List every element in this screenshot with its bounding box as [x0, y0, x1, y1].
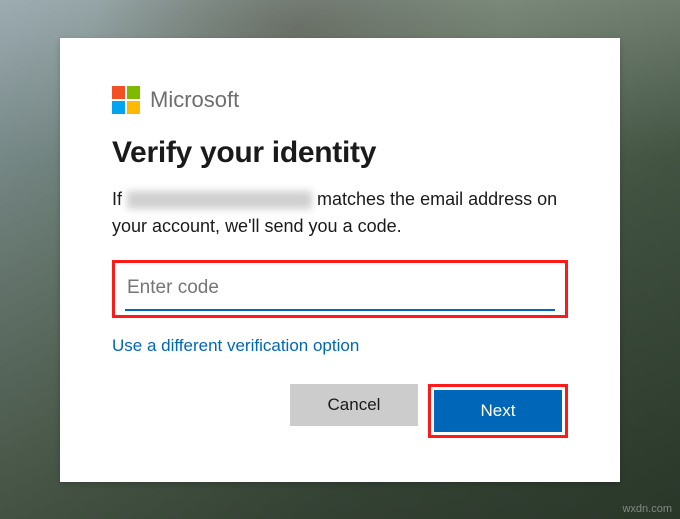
watermark: wxdn.com: [622, 503, 672, 515]
next-button[interactable]: Next: [434, 390, 562, 432]
description-text: If matches the email address on your acc…: [112, 186, 568, 240]
brand-row: Microsoft: [112, 86, 568, 114]
button-row: Cancel Next: [112, 384, 568, 438]
verify-identity-card: Microsoft Verify your identity If matche…: [60, 38, 620, 482]
page-title: Verify your identity: [112, 136, 568, 170]
next-button-highlight-box: Next: [428, 384, 568, 438]
alt-verification-link[interactable]: Use a different verification option: [112, 336, 359, 356]
code-input-highlight-box: [112, 260, 568, 318]
code-input[interactable]: [125, 271, 555, 311]
desc-prefix: If: [112, 189, 127, 209]
redacted-email: [127, 191, 312, 209]
cancel-button[interactable]: Cancel: [290, 384, 418, 426]
brand-name: Microsoft: [150, 87, 239, 113]
microsoft-logo-icon: [112, 86, 140, 114]
